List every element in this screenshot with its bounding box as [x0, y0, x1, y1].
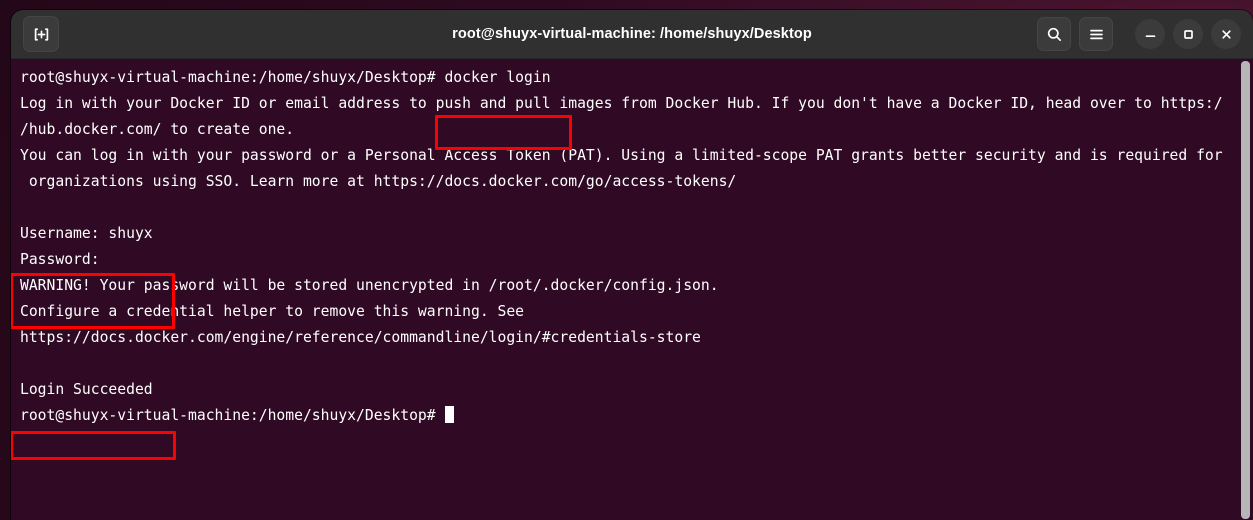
terminal-window: root@shuyx-virtual-machine: /home/shuyx/…: [11, 10, 1253, 520]
titlebar-right-group: [1037, 17, 1253, 51]
hamburger-menu-icon: [1089, 29, 1103, 39]
titlebar-left-group: [11, 16, 59, 52]
terminal-line-warning-1: WARNING! Your password will be stored un…: [20, 277, 719, 294]
terminal-output-area[interactable]: root@shuyx-virtual-machine:/home/shuyx/D…: [11, 59, 1253, 520]
maximize-icon: [1183, 29, 1193, 39]
close-icon: [1221, 29, 1231, 39]
terminal-scrollbar-thumb[interactable]: [1241, 61, 1250, 519]
close-button[interactable]: [1211, 19, 1241, 49]
terminal-line-username: Username: shuyx: [20, 225, 153, 242]
terminal-line-blank-1: [20, 195, 1235, 221]
terminal-line-blank-2: [20, 351, 1235, 377]
search-icon: [1047, 27, 1061, 41]
annotation-box-login-succeeded: [11, 431, 176, 460]
new-tab-icon: [34, 27, 48, 41]
prompt-text: root@shuyx-virtual-machine:/home/shuyx/D…: [20, 407, 445, 424]
terminal-line-succeeded: Login Succeeded: [20, 381, 153, 398]
terminal-line-out-4: organizations using SSO. Learn more at h…: [20, 173, 737, 190]
minimize-icon: [1145, 34, 1155, 37]
text-cursor: [445, 406, 455, 423]
terminal-scrollbar[interactable]: [1241, 59, 1250, 520]
terminal-text-block: root@shuyx-virtual-machine:/home/shuyx/D…: [11, 65, 1253, 429]
terminal-line-prompt-1: root@shuyx-virtual-machine:/home/shuyx/D…: [20, 69, 551, 86]
search-button[interactable]: [1037, 17, 1071, 51]
terminal-line-warning-2: Configure a credential helper to remove …: [20, 303, 525, 320]
terminal-line-out-2: /hub.docker.com/ to create one.: [20, 121, 295, 138]
terminal-line-warning-3: https://docs.docker.com/engine/reference…: [20, 329, 701, 346]
new-tab-button[interactable]: [23, 16, 59, 52]
terminal-line-prompt-2: root@shuyx-virtual-machine:/home/shuyx/D…: [20, 403, 1235, 429]
window-titlebar[interactable]: root@shuyx-virtual-machine: /home/shuyx/…: [11, 10, 1253, 59]
menu-button[interactable]: [1079, 17, 1113, 51]
maximize-button[interactable]: [1173, 19, 1203, 49]
terminal-line-password: Password:: [20, 251, 100, 268]
terminal-line-out-1: Log in with your Docker ID or email addr…: [20, 95, 1223, 112]
minimize-button[interactable]: [1135, 19, 1165, 49]
terminal-line-out-3: You can log in with your password or a P…: [20, 147, 1223, 164]
